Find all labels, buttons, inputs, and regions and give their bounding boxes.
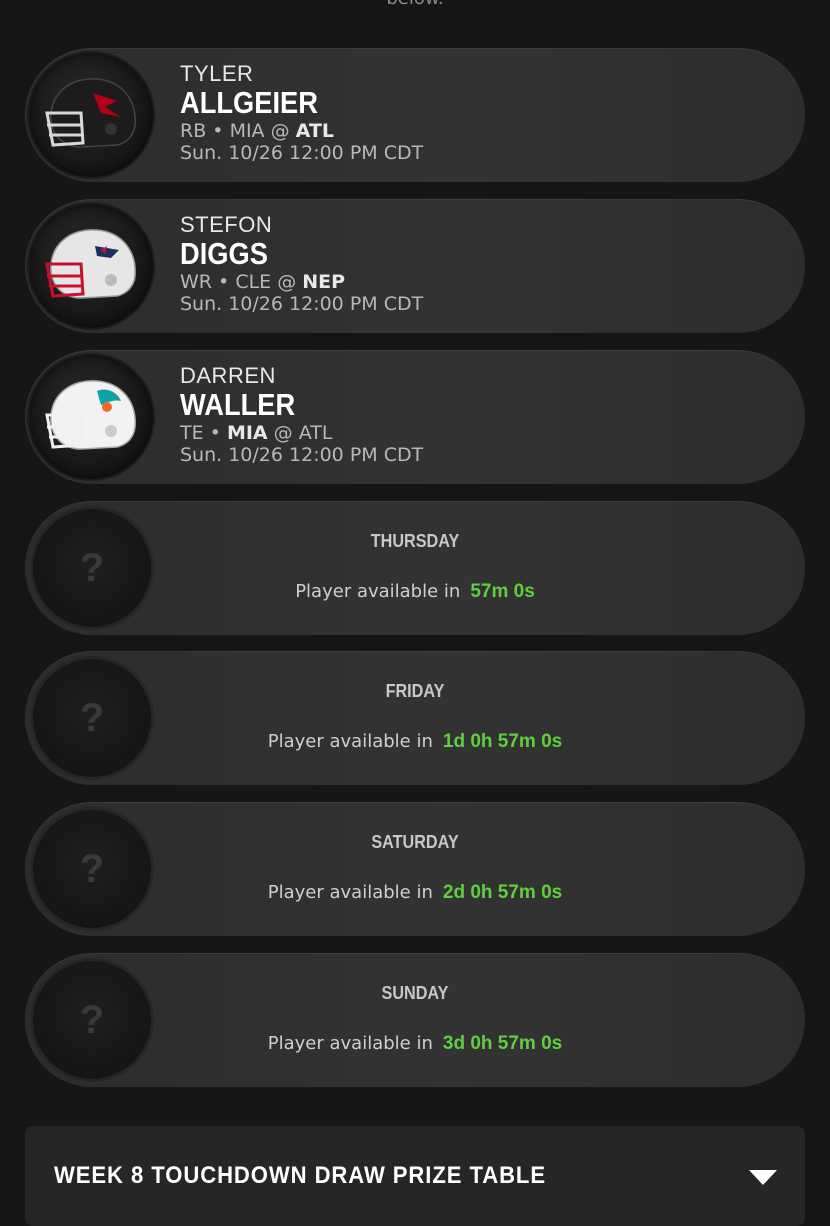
falcons-helmet-icon <box>45 78 136 148</box>
dolphins-helmet-icon <box>45 380 136 450</box>
truncated-instruction-text: below. <box>0 0 830 9</box>
player-last-name: DIGGS <box>180 236 268 271</box>
player-first-name: DARREN <box>180 363 276 388</box>
availability-text: Player available in 1d 0h 57m 0s <box>267 731 563 752</box>
patriots-helmet-icon <box>45 229 136 299</box>
player-last-name: WALLER <box>180 387 296 422</box>
locked-slot: ? <box>33 659 151 777</box>
countdown: 1d 0h 57m 0s <box>442 731 563 752</box>
chevron-down-icon[interactable] <box>749 1170 777 1185</box>
day-label: SUNDAY <box>381 983 449 1003</box>
player-avatar <box>29 204 153 328</box>
question-mark-icon: ? <box>79 998 105 1042</box>
locked-card-saturday: ? SATURDAY Player available in 2d 0h 57m … <box>25 802 805 936</box>
availability-text: Player available in 3d 0h 57m 0s <box>267 1033 563 1054</box>
locked-slot: ? <box>33 961 151 1079</box>
player-avatar <box>29 53 153 177</box>
countdown: 57m 0s <box>470 581 535 602</box>
player-info: DARREN WALLER TE • MIA @ ATL Sun. 10/26 … <box>180 363 424 467</box>
day-label: SATURDAY <box>371 832 459 852</box>
day-label: THURSDAY <box>370 531 460 551</box>
player-position-matchup: TE • MIA @ ATL <box>180 422 333 444</box>
player-first-name: TYLER <box>180 61 254 86</box>
player-card-diggs[interactable]: STEFON DIGGS WR • CLE @ NEP Sun. 10/26 1… <box>25 199 805 333</box>
player-card-allgeier[interactable]: TYLER ALLGEIER RB • MIA @ ATL Sun. 10/26… <box>25 48 805 182</box>
availability-text: Player available in 57m 0s <box>295 581 535 602</box>
locked-card-friday: ? FRIDAY Player available in 1d 0h 57m 0s <box>25 651 805 785</box>
player-info: TYLER ALLGEIER RB • MIA @ ATL Sun. 10/26… <box>180 61 424 165</box>
game-time: Sun. 10/26 12:00 PM CDT <box>180 444 424 466</box>
question-mark-icon: ? <box>79 696 105 740</box>
question-mark-icon: ? <box>79 847 105 891</box>
countdown: 3d 0h 57m 0s <box>442 1033 563 1054</box>
prize-table-title: WEEK 8 TOUCHDOWN DRAW PRIZE TABLE <box>54 1162 546 1189</box>
player-position-matchup: WR • CLE @ NEP <box>180 271 346 293</box>
player-info: STEFON DIGGS WR • CLE @ NEP Sun. 10/26 1… <box>180 212 424 316</box>
player-avatar <box>29 355 153 479</box>
question-mark-icon: ? <box>79 546 105 590</box>
player-position-matchup: RB • MIA @ ATL <box>180 120 334 142</box>
player-card-waller[interactable]: DARREN WALLER TE • MIA @ ATL Sun. 10/26 … <box>25 350 805 484</box>
locked-card-thursday: ? THURSDAY Player available in 57m 0s <box>25 501 805 635</box>
game-time: Sun. 10/26 12:00 PM CDT <box>180 293 424 315</box>
player-last-name: ALLGEIER <box>180 85 318 120</box>
player-first-name: STEFON <box>180 212 273 237</box>
day-label: FRIDAY <box>385 681 445 701</box>
locked-slot: ? <box>33 810 151 928</box>
locked-slot: ? <box>33 509 151 627</box>
locked-card-sunday: ? SUNDAY Player available in 3d 0h 57m 0s <box>25 953 805 1087</box>
availability-text: Player available in 2d 0h 57m 0s <box>267 882 563 903</box>
countdown: 2d 0h 57m 0s <box>442 882 563 903</box>
game-time: Sun. 10/26 12:00 PM CDT <box>180 142 424 164</box>
prize-table-accordion[interactable]: WEEK 8 TOUCHDOWN DRAW PRIZE TABLE <box>25 1126 805 1226</box>
